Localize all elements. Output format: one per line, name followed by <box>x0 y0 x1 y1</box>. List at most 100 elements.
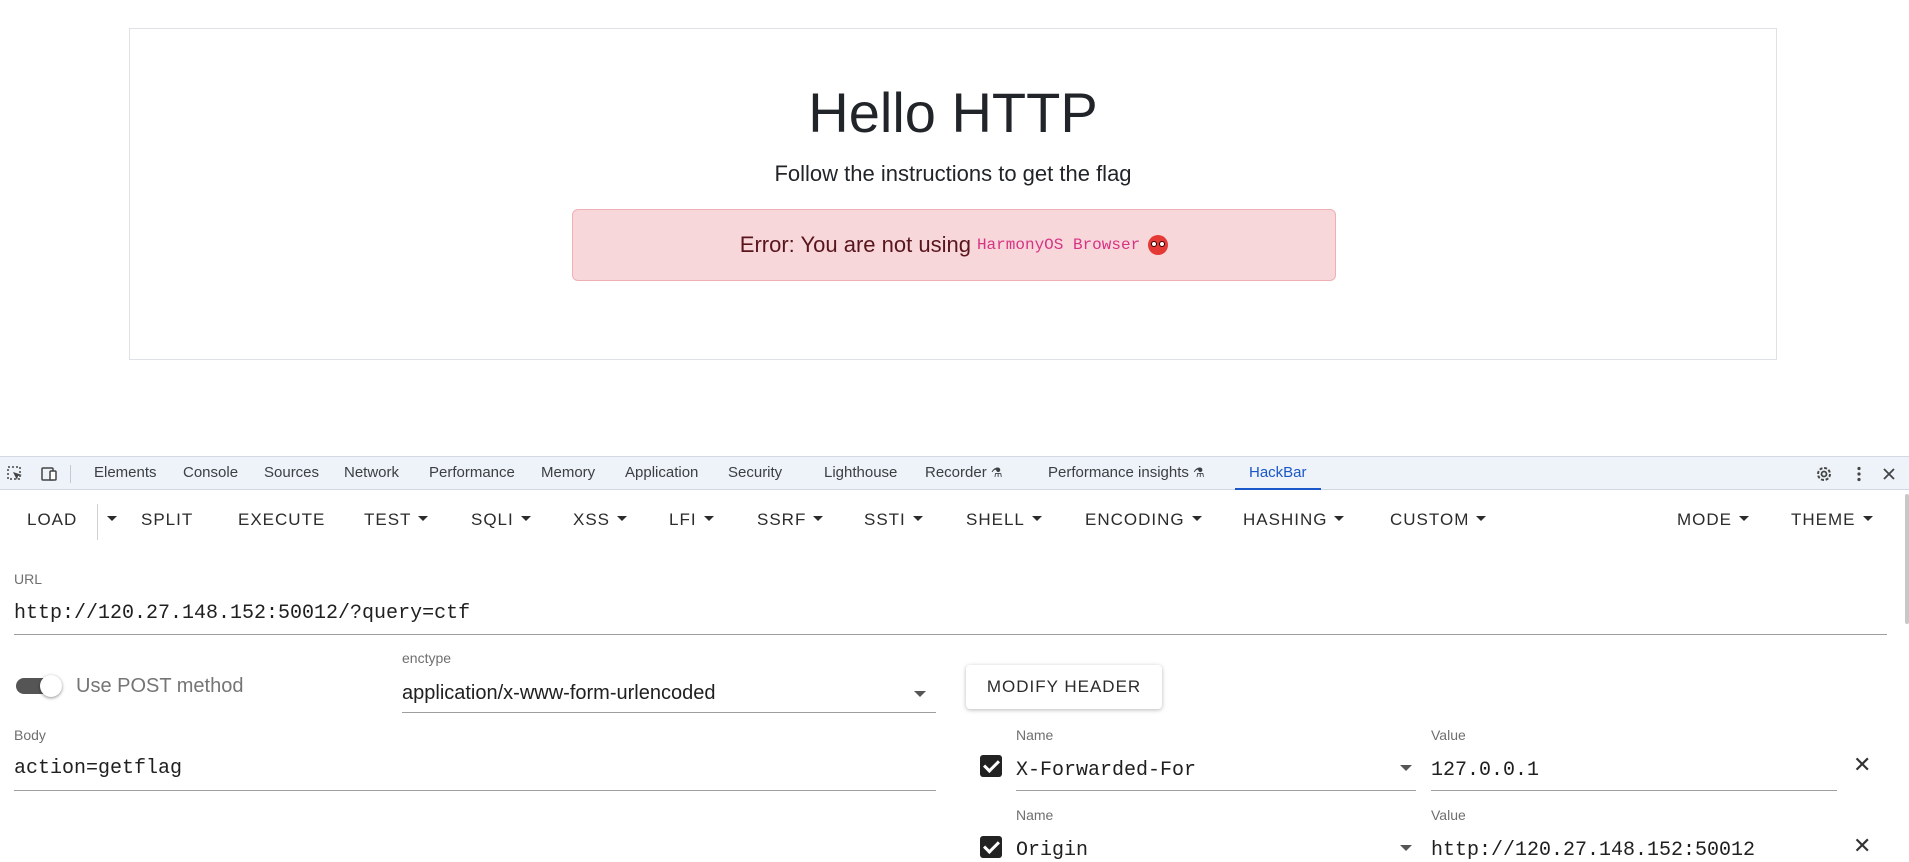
chevron-down-icon <box>1031 516 1042 522</box>
ssti-label: SSTI <box>864 510 906 529</box>
lfi-label: LFI <box>669 510 697 529</box>
header-name-label: Name <box>1016 727 1054 743</box>
xss-label: XSS <box>573 510 611 529</box>
encoding-label: ENCODING <box>1085 510 1185 529</box>
tab-recorder-label: Recorder <box>925 464 987 481</box>
chevron-down-icon[interactable] <box>1400 765 1412 771</box>
chevron-down-icon[interactable] <box>1400 845 1412 851</box>
chevron-down-icon <box>617 516 628 522</box>
ssrf-menu-button[interactable]: SSRF <box>757 504 824 536</box>
header-name-input[interactable]: X-Forwarded-For <box>1016 759 1196 782</box>
remove-header-icon[interactable]: ✕ <box>1853 752 1871 778</box>
chevron-down-icon <box>1739 516 1749 522</box>
load-dropdown-button[interactable] <box>100 504 117 536</box>
device-toolbar-icon[interactable] <box>40 465 58 483</box>
inspect-element-icon[interactable] <box>6 465 24 483</box>
tab-application[interactable]: Application <box>625 457 698 489</box>
tab-network[interactable]: Network <box>344 457 399 489</box>
modify-header-button[interactable]: MODIFY HEADER <box>966 665 1162 709</box>
header-enabled-checkbox[interactable] <box>980 755 1002 777</box>
theme-label: THEME <box>1791 510 1856 529</box>
experiment-flask-icon: ⚗ <box>990 465 1003 480</box>
scrollbar[interactable] <box>1905 494 1909 624</box>
body-input[interactable]: action=getflag <box>14 757 182 780</box>
body-label: Body <box>14 727 46 743</box>
header-name-input[interactable]: Origin <box>1016 839 1088 862</box>
theme-menu-button[interactable]: THEME <box>1791 504 1873 536</box>
chevron-down-icon <box>1334 516 1345 522</box>
enctype-select[interactable]: application/x-www-form-urlencoded <box>402 682 715 705</box>
tab-memory[interactable]: Memory <box>541 457 595 489</box>
encoding-menu-button[interactable]: ENCODING <box>1085 504 1202 536</box>
custom-label: CUSTOM <box>1390 510 1470 529</box>
tab-security[interactable]: Security <box>728 457 782 489</box>
chevron-down-icon <box>813 516 824 522</box>
url-input[interactable]: http://120.27.148.152:50012/?query=ctf <box>14 602 470 625</box>
angry-face-icon <box>1148 235 1169 255</box>
chevron-down-icon <box>418 516 429 522</box>
header-value-label: Value <box>1431 727 1466 743</box>
page-title: Hello HTTP <box>808 81 1098 144</box>
close-devtools-icon[interactable] <box>1880 465 1898 483</box>
alert-browser-code: HarmonyOS Browser <box>976 236 1141 254</box>
toggle-knob <box>40 675 62 697</box>
url-label: URL <box>14 571 43 587</box>
tab-performance[interactable]: Performance <box>429 457 515 489</box>
settings-gear-icon[interactable] <box>1815 465 1833 483</box>
tab-sources[interactable]: Sources <box>264 457 319 489</box>
header-value-underline <box>1431 790 1837 791</box>
lfi-menu-button[interactable]: LFI <box>669 504 714 536</box>
body-underline <box>14 790 936 791</box>
header-value-input[interactable]: http://120.27.148.152:50012 <box>1431 839 1755 862</box>
url-underline <box>14 634 1887 635</box>
post-method-label: Use POST method <box>76 675 244 697</box>
header-value-input[interactable]: 127.0.0.1 <box>1431 759 1539 782</box>
mode-menu-button[interactable]: MODE <box>1677 504 1749 536</box>
load-button[interactable]: LOAD <box>27 504 77 536</box>
chevron-down-icon <box>520 516 531 522</box>
hashing-menu-button[interactable]: HASHING <box>1243 504 1345 536</box>
enctype-label: enctype <box>402 650 452 666</box>
ssti-menu-button[interactable]: SSTI <box>864 504 923 536</box>
chevron-down-icon <box>1191 516 1202 522</box>
header-value-label: Value <box>1431 807 1466 823</box>
test-label: TEST <box>364 510 412 529</box>
chevron-down-icon <box>107 516 117 522</box>
challenge-card: Hello HTTP Follow the instructions to ge… <box>129 28 1777 360</box>
test-menu-button[interactable]: TEST <box>364 504 429 536</box>
split-button[interactable]: SPLIT <box>141 504 193 536</box>
experiment-flask-icon: ⚗ <box>1192 465 1205 480</box>
page-subtitle: Follow the instructions to get the flag <box>774 161 1132 186</box>
toolbar-divider <box>97 504 98 540</box>
post-method-toggle[interactable] <box>16 675 62 697</box>
tab-performance-insights[interactable]: Performance insights ⚗ <box>1048 457 1205 489</box>
tab-recorder[interactable]: Recorder ⚗ <box>925 457 1002 489</box>
tab-lighthouse[interactable]: Lighthouse <box>824 457 897 489</box>
tab-divider <box>70 465 71 483</box>
sqli-label: SQLI <box>471 510 514 529</box>
execute-button[interactable]: EXECUTE <box>238 504 325 536</box>
tab-elements[interactable]: Elements <box>94 457 157 489</box>
tab-performance-insights-label: Performance insights <box>1048 464 1189 481</box>
sqli-menu-button[interactable]: SQLI <box>471 504 531 536</box>
header-name-underline <box>1016 790 1416 791</box>
chevron-down-icon[interactable] <box>914 691 926 697</box>
tab-console[interactable]: Console <box>183 457 238 489</box>
shell-label: SHELL <box>966 510 1025 529</box>
tab-hackbar[interactable]: HackBar <box>1235 457 1320 490</box>
error-alert: Error: You are not using HarmonyOS Brows… <box>572 209 1336 281</box>
devtools-tab-bar: Elements Console Sources Network Perform… <box>0 456 1909 490</box>
ssrf-label: SSRF <box>757 510 807 529</box>
more-options-icon[interactable] <box>1850 465 1868 483</box>
remove-header-icon[interactable]: ✕ <box>1853 833 1871 859</box>
header-name-label: Name <box>1016 807 1054 823</box>
header-enabled-checkbox[interactable] <box>980 836 1002 858</box>
xss-menu-button[interactable]: XSS <box>573 504 628 536</box>
enctype-underline <box>402 712 936 713</box>
shell-menu-button[interactable]: SHELL <box>966 504 1042 536</box>
hackbar-toolbar: LOAD SPLIT EXECUTE TEST SQLI XSS LFI SSR… <box>0 490 1905 550</box>
chevron-down-icon <box>1476 516 1487 522</box>
chevron-down-icon <box>703 516 714 522</box>
custom-menu-button[interactable]: CUSTOM <box>1390 504 1487 536</box>
devtools-panel: Elements Console Sources Network Perform… <box>0 456 1909 862</box>
